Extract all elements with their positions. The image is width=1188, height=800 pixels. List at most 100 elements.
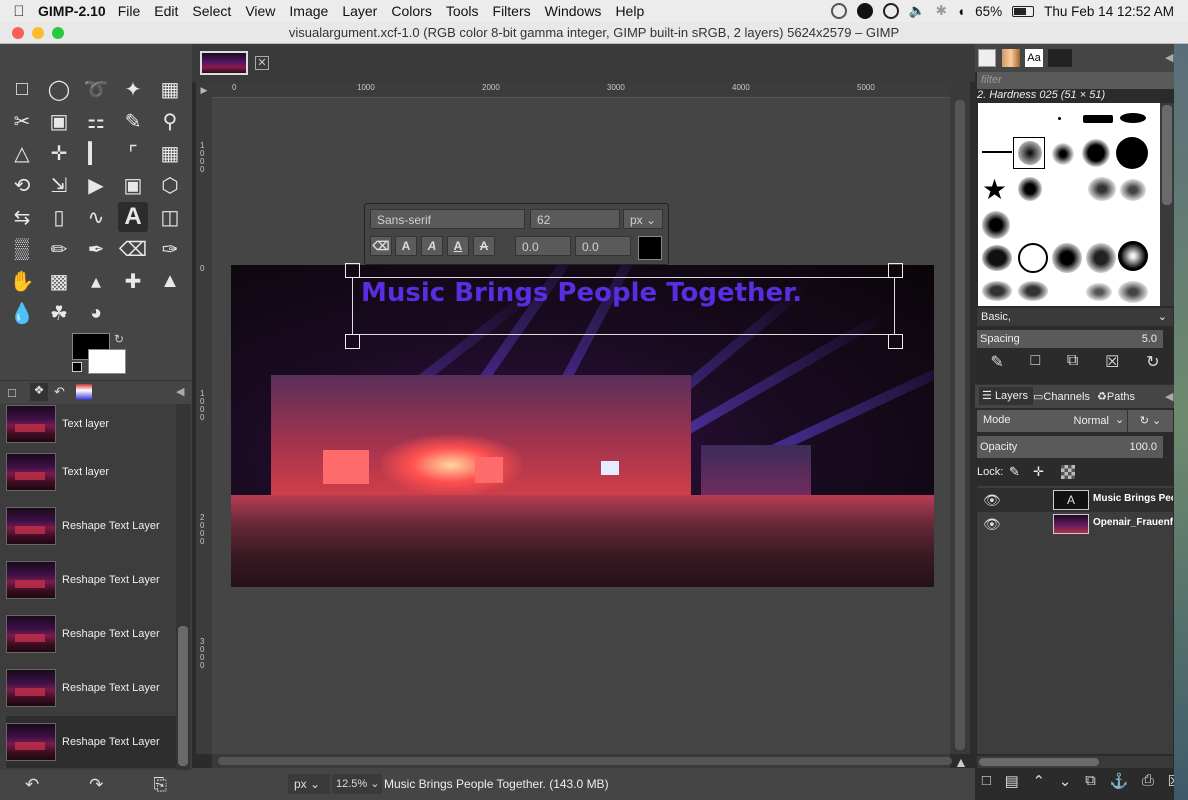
s-status-icon[interactable] — [856, 3, 873, 19]
edit-brush-icon[interactable]: ✎ — [990, 352, 1003, 378]
battery-percent[interactable]: 65% — [975, 4, 1002, 19]
history-item[interactable]: Text layer — [6, 398, 176, 450]
fuzzy-select-tool-icon[interactable]: ✦ — [118, 74, 148, 104]
volume-icon[interactable]: 🔈 — [909, 3, 926, 19]
eraser-tool-icon[interactable]: ⌫ — [118, 234, 148, 264]
redo-icon[interactable]: ↷ — [89, 775, 103, 795]
paintbrush-tool-icon[interactable]: ✒ — [81, 234, 111, 264]
brush-dock-menu-icon[interactable]: ◀ — [1165, 51, 1173, 64]
strikethrough-icon[interactable]: A — [473, 236, 495, 256]
kerning-field[interactable]: 0.0 — [575, 236, 631, 256]
background-color-swatch[interactable] — [88, 349, 126, 374]
fonts-tab-icon[interactable]: Aa — [1025, 49, 1043, 67]
clone-tool-icon[interactable]: ▴ — [81, 266, 111, 296]
lock-pixels-icon[interactable]: ✎ — [1009, 464, 1020, 480]
layer-name[interactable]: Openair_Frauenf — [1093, 517, 1173, 528]
text-tool-icon[interactable]: A — [118, 202, 148, 232]
tab-layers[interactable]: ☰ Layers — [979, 387, 1033, 405]
foreground-select-tool-icon[interactable]: ▣ — [44, 106, 74, 136]
text-box-handle-bl[interactable] — [345, 334, 360, 349]
zoom-tool-icon[interactable]: ⚲ — [155, 106, 185, 136]
scissors-tool-icon[interactable]: ✂ — [7, 106, 37, 136]
horizontal-ruler[interactable]: 0 1000 2000 3000 4000 5000 — [212, 82, 950, 98]
layer-name[interactable]: Music Brings Peop — [1093, 493, 1173, 504]
battery-icon[interactable] — [1012, 5, 1035, 17]
delete-brush-icon[interactable]: ☒ — [1105, 352, 1119, 378]
text-box-handle-tl[interactable] — [345, 263, 360, 278]
undo-icon[interactable]: ↶ — [25, 775, 39, 795]
scale-tool-icon[interactable]: ⇲ — [44, 170, 74, 200]
menu-image[interactable]: Image — [289, 3, 328, 19]
flip-horizontal-tool-icon[interactable]: ⇆ — [7, 202, 37, 232]
default-colors-icon[interactable] — [72, 362, 82, 372]
layer-row[interactable]: 👁 Openair_Frauenf — [977, 512, 1173, 536]
history-scrollbar[interactable] — [176, 404, 190, 770]
text-color-swatch[interactable] — [638, 236, 662, 260]
blur-sharpen-tool-icon[interactable]: 💧 — [7, 298, 37, 328]
new-brush-icon[interactable]: □ — [1031, 352, 1041, 378]
layer-list-scrollbar[interactable] — [977, 756, 1173, 768]
ruler-corner-icon[interactable]: ▶ — [196, 82, 212, 98]
rect-select-tool-icon[interactable]: □ — [7, 74, 37, 104]
cage-transform-tool-icon[interactable]: ▯ — [44, 202, 74, 232]
canvas-horizontal-scrollbar[interactable] — [212, 754, 952, 768]
shear-tool-icon[interactable]: ▶ — [81, 170, 111, 200]
brushes-tab-icon[interactable] — [978, 49, 996, 67]
new-layer-group-icon[interactable]: ▤ — [1005, 772, 1019, 800]
history-item[interactable]: Reshape Text Layer — [6, 662, 176, 714]
history-item[interactable]: Reshape Text Layer — [6, 554, 176, 606]
visibility-eye-icon[interactable]: 👁 — [983, 492, 1001, 509]
dock-menu-icon[interactable]: ◀ — [176, 385, 184, 398]
mypaint-brush-tool-icon[interactable]: ▩ — [44, 266, 74, 296]
menu-layer[interactable]: Layer — [342, 3, 377, 19]
opacity-slider[interactable]: Opacity 100.0 — [977, 436, 1163, 458]
clock[interactable]: Thu Feb 14 12:52 AM — [1044, 4, 1174, 19]
clear-style-icon[interactable]: ⌫ — [370, 236, 392, 256]
anchor-layer-icon[interactable]: ⚓ — [1109, 772, 1128, 800]
image-tab-thumbnail[interactable] — [200, 51, 248, 75]
menu-file[interactable]: File — [118, 3, 141, 19]
brush-filter-input[interactable]: filter — [977, 72, 1175, 89]
pencil-tool-icon[interactable]: ✏ — [44, 234, 74, 264]
text-box-handle-br[interactable] — [888, 334, 903, 349]
underline-icon[interactable]: A — [447, 236, 469, 256]
menu-tools[interactable]: Tools — [446, 3, 479, 19]
visibility-eye-icon[interactable]: 👁 — [983, 516, 1001, 533]
menu-help[interactable]: Help — [615, 3, 644, 19]
canvas-text[interactable]: Music Brings People Together. — [361, 278, 802, 308]
layer-dock-menu-icon[interactable]: ◀ — [1165, 390, 1173, 403]
history-item[interactable]: Reshape Text Layer — [6, 608, 176, 660]
duplicate-layer-icon[interactable]: ⧉ — [1085, 772, 1096, 800]
move-tool-icon[interactable]: ✛ — [44, 138, 74, 168]
history-item[interactable]: Reshape Text Layer — [6, 500, 176, 552]
merge-layer-icon[interactable]: ⎙ — [1142, 772, 1154, 800]
history-item[interactable]: Text layer — [6, 446, 176, 498]
layer-row[interactable]: 👁 A Music Brings Peop — [977, 488, 1173, 512]
creative-cloud-icon[interactable] — [882, 3, 899, 19]
vertical-ruler[interactable]: 1000 0 1000 2000 3000 — [196, 98, 212, 754]
new-layer-icon[interactable]: □ — [982, 772, 991, 800]
ink-tool-icon[interactable]: ✋ — [7, 266, 37, 296]
warp-transform-tool-icon[interactable]: ∿ — [81, 202, 111, 232]
menu-select[interactable]: Select — [192, 3, 231, 19]
free-select-tool-icon[interactable]: ➰ — [81, 74, 111, 104]
patterns-tab-icon[interactable] — [1002, 49, 1020, 67]
color-picker-tool-icon[interactable]: ✎ — [118, 106, 148, 136]
baseline-field[interactable]: 0.0 — [515, 236, 571, 256]
airbrush-tool-icon[interactable]: ✑ — [155, 234, 185, 264]
select-by-color-tool-icon[interactable]: ▦ — [155, 74, 185, 104]
tab-paths[interactable]: ♻Paths — [1097, 390, 1135, 403]
brush-spacing-slider[interactable]: Spacing 5.0 — [977, 330, 1163, 348]
history-item-selected[interactable]: Reshape Text Layer — [6, 716, 176, 768]
image-canvas[interactable]: Music Brings People Together. Sans-serif… — [212, 98, 950, 754]
brush-tag-select[interactable]: Basic, ⌄ — [977, 308, 1173, 326]
italic-icon[interactable]: A — [421, 236, 443, 256]
menu-filters[interactable]: Filters — [493, 3, 531, 19]
lock-position-icon[interactable]: ✛ — [1033, 464, 1044, 480]
dodge-burn-tool-icon[interactable]: ◕ — [81, 298, 111, 328]
apple-icon[interactable]:  — [0, 3, 38, 20]
lower-layer-icon[interactable]: ⌄ — [1059, 772, 1072, 800]
duplicate-brush-icon[interactable]: ⧉ — [1067, 352, 1078, 378]
rotate-tool-icon[interactable]: ⟲ — [7, 170, 37, 200]
align-tool-icon[interactable]: ▎ — [81, 138, 111, 168]
